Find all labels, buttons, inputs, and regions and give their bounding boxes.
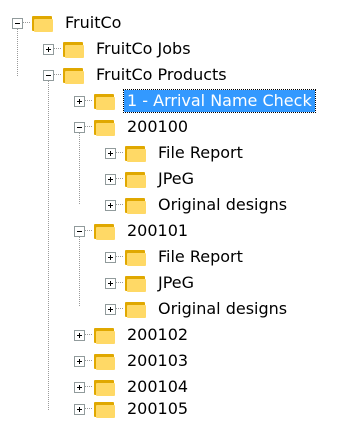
expand-icon[interactable] [105,173,116,185]
tree-node-label[interactable]: 200101 [124,220,191,242]
tree-node-original-designs[interactable]: Original designs [105,296,290,322]
tree-node-label[interactable]: 200102 [124,324,191,346]
expand-icon[interactable] [74,329,85,341]
folder-icon [63,68,84,84]
collapse-icon[interactable] [74,121,85,133]
folder-icon [125,146,146,162]
tree-node-jpeg[interactable]: JPeG [105,270,197,296]
expand-icon[interactable] [105,147,116,159]
tree-node-200102[interactable]: 200102 [74,322,191,348]
tree-node-label-selected[interactable]: 1 - Arrival Name Check [123,89,316,113]
folder-icon [94,402,115,418]
tree-node-label[interactable]: 200103 [124,350,191,372]
tree-node-label[interactable]: 200100 [124,116,191,138]
tree-node-label[interactable]: JPeG [155,168,197,190]
tree-node-200103[interactable]: 200103 [74,348,191,374]
collapse-icon[interactable] [12,17,23,29]
folder-icon [94,120,115,136]
tree-connector [85,408,92,410]
expand-icon[interactable] [105,277,116,289]
tree-guide-line [79,132,81,204]
tree-node-original-designs[interactable]: Original designs [105,192,290,218]
tree-node-label[interactable]: FruitCo [62,12,124,34]
tree-connector [85,386,92,388]
tree-node-file-report[interactable]: File Report [105,140,246,166]
tree-node-fruitco-products[interactable]: FruitCo Products [43,62,230,88]
tree-node-label[interactable]: JPeG [155,272,197,294]
tree-node-label[interactable]: Original designs [155,194,290,216]
tree-node-file-report[interactable]: File Report [105,244,246,270]
tree-connector [116,178,123,180]
tree-node-label[interactable]: File Report [155,246,246,268]
expand-icon[interactable] [43,43,54,55]
expand-icon[interactable] [105,303,116,315]
expand-icon[interactable] [105,251,116,263]
folder-icon [94,380,115,396]
tree-node-label[interactable]: 200105 [124,398,191,420]
folder-icon [125,172,146,188]
expand-icon[interactable] [105,199,116,211]
folder-icon [94,224,115,240]
collapse-icon[interactable] [74,225,85,237]
tree-node-arrival-name-check[interactable]: 1 - Arrival Name Check [74,88,316,114]
folder-icon [94,354,115,370]
expand-icon[interactable] [74,403,85,415]
tree-node-200101[interactable]: 200101 [74,218,191,244]
tree-connector [116,152,123,154]
folder-icon [125,302,146,318]
tree-connector [54,48,61,50]
tree-node-label[interactable]: 200104 [124,376,191,398]
tree-connector [85,360,92,362]
expand-icon[interactable] [74,381,85,393]
tree-node-200100[interactable]: 200100 [74,114,191,140]
tree-node-200105[interactable]: 200105 [74,396,191,422]
tree-connector [116,256,123,258]
folder-icon [125,276,146,292]
tree-guide-line [48,80,50,410]
folder-icon [32,16,53,32]
tree-connector [85,334,92,336]
expand-icon[interactable] [74,355,85,367]
tree-node-label[interactable]: FruitCo Jobs [93,38,194,60]
tree-node-fruitco-jobs[interactable]: FruitCo Jobs [43,36,194,62]
expand-icon[interactable] [74,95,85,107]
folder-icon [94,328,115,344]
tree-node-label[interactable]: File Report [155,142,246,164]
tree-connector [23,22,30,24]
tree-connector [85,126,92,128]
folder-icon [63,42,84,58]
folder-icon [94,94,115,110]
tree-node-label[interactable]: Original designs [155,298,290,320]
tree-node-label[interactable]: FruitCo Products [93,64,230,86]
tree-connector [116,308,123,310]
tree-connector [116,204,123,206]
folder-icon [125,198,146,214]
collapse-icon[interactable] [43,69,54,81]
folder-icon [125,250,146,266]
tree-node-fruitco[interactable]: FruitCo [12,10,124,36]
folder-tree: FruitCo FruitCo Jobs FruitCo Products 1 … [0,0,342,420]
tree-node-jpeg[interactable]: JPeG [105,166,197,192]
tree-guide-line [79,236,81,306]
tree-connector [85,100,92,102]
tree-connector [116,282,123,284]
tree-connector [85,230,92,232]
tree-connector [54,74,61,76]
